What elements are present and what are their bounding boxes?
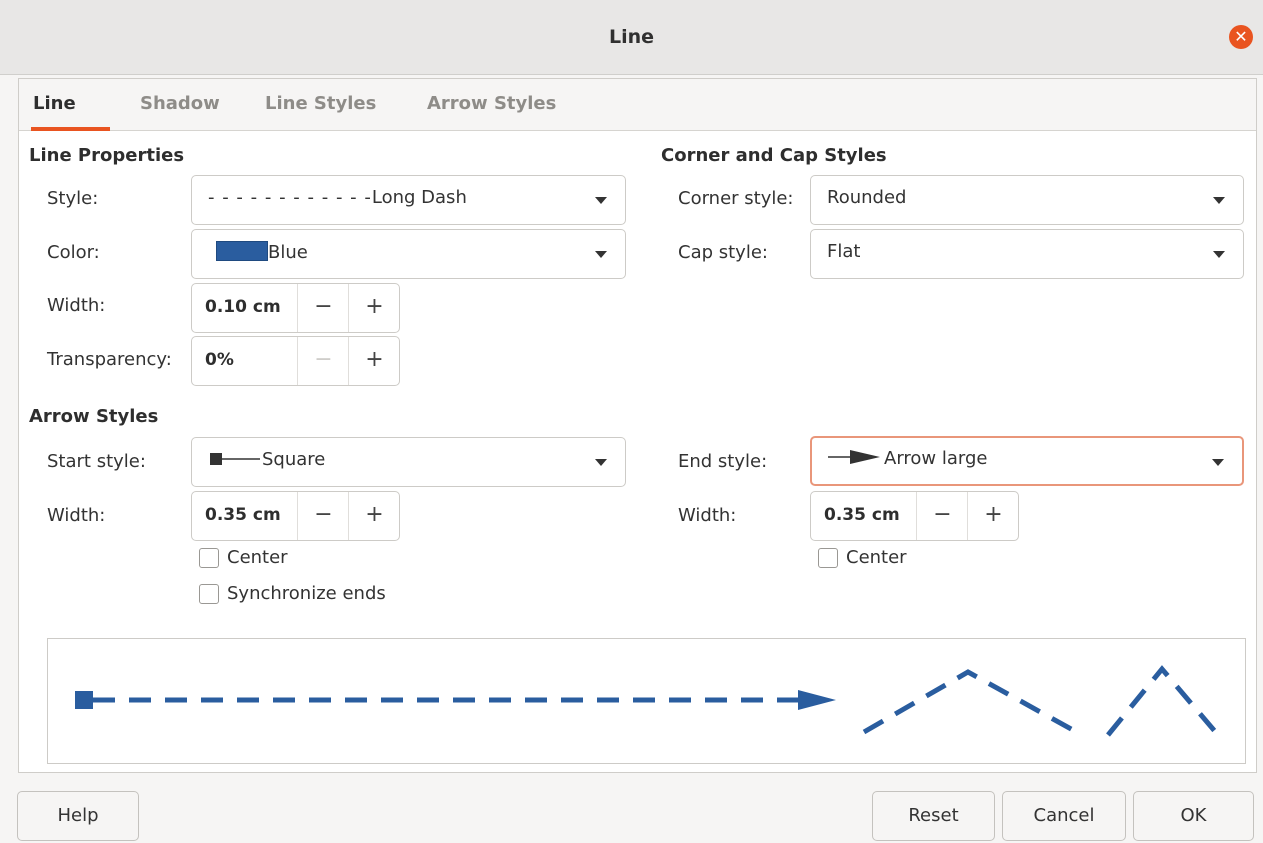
corner-style-label: Corner style: — [678, 188, 794, 209]
minus-icon: − — [314, 502, 333, 527]
style-value: Long Dash — [371, 187, 467, 208]
close-icon: ✕ — [1234, 27, 1248, 46]
width-increment-button[interactable]: + — [348, 284, 400, 332]
chevron-down-icon — [595, 459, 607, 466]
chevron-down-icon — [595, 197, 607, 204]
width-decrement-button[interactable]: − — [297, 284, 349, 332]
start-style-label: Start style: — [47, 451, 146, 472]
cap-style-label: Cap style: — [678, 242, 768, 263]
cap-style-dropdown[interactable]: Flat — [810, 229, 1244, 279]
end-width-value[interactable]: 0.35 cm — [824, 505, 900, 525]
start-center-label[interactable]: Center — [227, 547, 288, 568]
cap-style-value: Flat — [827, 241, 861, 262]
help-button[interactable]: Help — [17, 791, 139, 841]
square-arrow-icon — [208, 450, 260, 471]
arrow-large-icon — [828, 449, 880, 470]
plus-icon: + — [365, 347, 384, 372]
plus-icon: + — [365, 502, 384, 527]
start-width-decrement-button[interactable]: − — [297, 492, 349, 540]
chevron-down-icon — [1213, 251, 1225, 258]
transparency-label: Transparency: — [47, 349, 172, 370]
style-dropdown[interactable]: - - - - - - - - - - - -Long Dash — [191, 175, 626, 225]
chevron-down-icon — [1213, 197, 1225, 204]
tab-bar: Line Shadow Line Styles Arrow Styles — [19, 79, 1256, 131]
width-value[interactable]: 0.10 cm — [205, 297, 281, 317]
corner-style-value: Rounded — [827, 187, 907, 208]
start-style-dropdown[interactable]: Square — [191, 437, 626, 487]
width-label: Width: — [47, 295, 106, 316]
end-center-checkbox[interactable] — [818, 548, 838, 568]
ok-button[interactable]: OK — [1133, 791, 1254, 841]
width-stepper[interactable]: 0.10 cm − + — [191, 283, 400, 333]
style-label: Style: — [47, 188, 99, 209]
synchronize-ends-label[interactable]: Synchronize ends — [227, 583, 386, 604]
minus-icon: − — [933, 502, 952, 527]
end-arrow-marker — [798, 690, 836, 710]
end-style-value: Arrow large — [884, 448, 988, 469]
plus-icon: + — [365, 294, 384, 319]
end-style-label: End style: — [678, 451, 768, 472]
end-center-label[interactable]: Center — [846, 547, 907, 568]
color-swatch — [216, 241, 268, 261]
title-bar: Line ✕ — [0, 0, 1263, 75]
close-button[interactable]: ✕ — [1229, 25, 1253, 49]
end-width-stepper[interactable]: 0.35 cm − + — [810, 491, 1019, 541]
chevron-down-icon — [1212, 459, 1224, 466]
start-square-marker — [75, 691, 93, 709]
dialog-body: Line Shadow Line Styles Arrow Styles Lin… — [18, 78, 1257, 773]
minus-icon: − — [314, 347, 333, 372]
transparency-value[interactable]: 0% — [205, 350, 234, 370]
line-preview — [47, 638, 1246, 764]
start-width-label: Width: — [47, 505, 106, 526]
plus-icon: + — [984, 502, 1003, 527]
start-width-value[interactable]: 0.35 cm — [205, 505, 281, 525]
start-style-value: Square — [262, 449, 326, 470]
active-tab-indicator — [31, 127, 110, 131]
transparency-decrement-button[interactable]: − — [297, 337, 349, 385]
dash-pattern-icon: - - - - - - - - - - - - — [208, 187, 372, 208]
corner-style-dropdown[interactable]: Rounded — [810, 175, 1244, 225]
start-center-checkbox[interactable] — [199, 548, 219, 568]
cancel-button[interactable]: Cancel — [1002, 791, 1126, 841]
line-preview-graphic — [75, 665, 1220, 738]
tab-shadow[interactable]: Shadow — [140, 93, 220, 114]
corner-demo-right — [1106, 665, 1220, 737]
corner-cap-heading: Corner and Cap Styles — [661, 145, 887, 166]
tab-arrow-styles[interactable]: Arrow Styles — [427, 93, 556, 114]
end-width-increment-button[interactable]: + — [967, 492, 1019, 540]
start-width-increment-button[interactable]: + — [348, 492, 400, 540]
end-width-decrement-button[interactable]: − — [916, 492, 968, 540]
synchronize-ends-checkbox[interactable] — [199, 584, 219, 604]
transparency-increment-button[interactable]: + — [348, 337, 400, 385]
color-label: Color: — [47, 242, 100, 263]
transparency-stepper[interactable]: 0% − + — [191, 336, 400, 386]
end-width-label: Width: — [678, 505, 737, 526]
end-style-dropdown[interactable]: Arrow large — [810, 436, 1244, 486]
start-width-stepper[interactable]: 0.35 cm − + — [191, 491, 400, 541]
line-properties-heading: Line Properties — [29, 145, 185, 166]
window-title: Line — [608, 26, 655, 48]
corner-demo-left — [862, 669, 1084, 738]
minus-icon: − — [314, 294, 333, 319]
chevron-down-icon — [595, 251, 607, 258]
tab-line[interactable]: Line — [33, 93, 76, 114]
color-value: Blue — [268, 242, 308, 263]
color-dropdown[interactable]: Blue — [191, 229, 626, 279]
tab-line-styles[interactable]: Line Styles — [265, 93, 376, 114]
reset-button[interactable]: Reset — [872, 791, 995, 841]
arrow-styles-heading: Arrow Styles — [29, 406, 159, 427]
